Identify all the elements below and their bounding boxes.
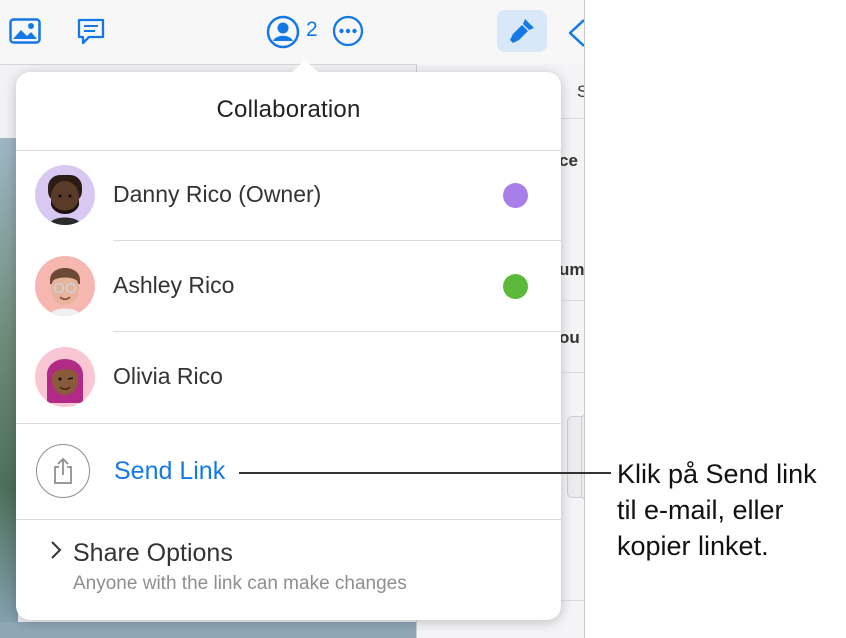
avatar bbox=[35, 165, 95, 225]
document-image-bottom bbox=[0, 622, 416, 638]
avatar bbox=[35, 347, 95, 407]
share-options-button[interactable]: Share Options Anyone with the link can m… bbox=[16, 520, 561, 620]
participant-row[interactable]: Olivia Rico bbox=[16, 332, 561, 422]
participant-row[interactable]: Ashley Rico bbox=[16, 241, 561, 331]
sidebar-control bbox=[581, 414, 584, 500]
participant-color-dot bbox=[503, 274, 528, 299]
sidebar-text: um bbox=[559, 260, 585, 279]
popover-arrow bbox=[291, 60, 319, 73]
participant-color-dot bbox=[503, 183, 528, 208]
share-icon bbox=[36, 444, 90, 498]
participant-name: Danny Rico (Owner) bbox=[113, 181, 322, 207]
back-icon[interactable] bbox=[566, 18, 584, 48]
comment-icon[interactable] bbox=[74, 14, 108, 48]
share-options-description: Anyone with the link can make changes bbox=[73, 573, 407, 594]
collaboration-icon[interactable] bbox=[265, 14, 301, 50]
participant-row[interactable]: Danny Rico (Owner) bbox=[16, 150, 561, 240]
toolbar: 2 bbox=[0, 0, 584, 65]
sidebar-text: S bbox=[577, 82, 584, 102]
participant-name: Olivia Rico bbox=[113, 363, 223, 389]
more-icon[interactable] bbox=[331, 14, 365, 48]
collaboration-popover: Collaboration Danny Rico (Owner) Ashley … bbox=[16, 60, 561, 620]
collaborator-count: 2 bbox=[306, 18, 318, 41]
popover-title: Collaboration bbox=[216, 96, 361, 123]
share-options-label: Share Options bbox=[73, 539, 233, 567]
send-link-label: Send Link bbox=[114, 457, 226, 485]
participant-name: Ashley Rico bbox=[113, 272, 235, 298]
sidebar-text: ce bbox=[559, 151, 578, 170]
avatar bbox=[35, 256, 95, 316]
chevron-right-icon bbox=[51, 541, 62, 559]
callout-line bbox=[239, 472, 611, 474]
callout-text: Klik på Send link til e-mail, eller kopi… bbox=[617, 459, 817, 561]
format-icon bbox=[505, 14, 539, 48]
sidebar-text: ou bbox=[559, 328, 580, 347]
photo-icon[interactable] bbox=[8, 14, 42, 48]
